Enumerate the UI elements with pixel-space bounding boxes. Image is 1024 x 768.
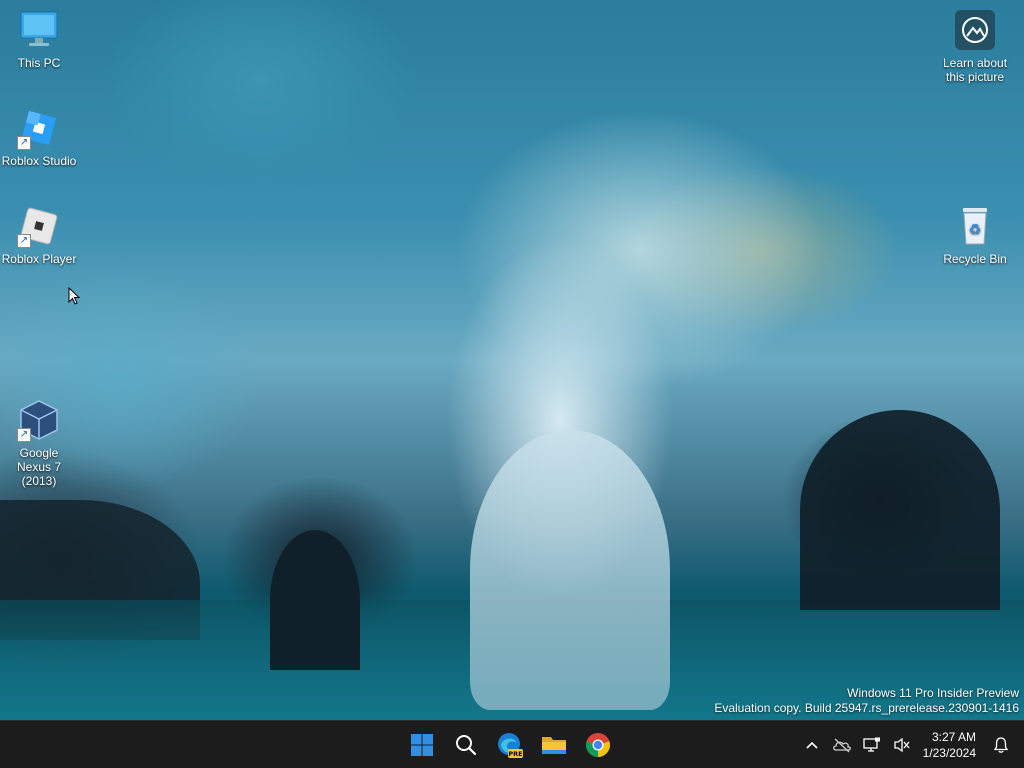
edge-preview-button[interactable]: PRE [490, 725, 530, 765]
shortcut-arrow-icon: ↗ [17, 234, 31, 248]
desktop-icon-roblox-studio[interactable]: ↗ Roblox Studio [1, 106, 77, 168]
recycle-bin-icon: ♻ [953, 204, 997, 248]
wallpaper-cave-right [800, 410, 1000, 610]
chevron-up-icon [806, 741, 818, 749]
speaker-muted-icon [893, 737, 910, 752]
onedrive-icon [832, 738, 851, 752]
clock-time: 3:27 AM [931, 729, 976, 744]
wallpaper-rock-pillar [470, 430, 670, 710]
search-button[interactable] [446, 725, 486, 765]
onedrive-button[interactable] [827, 725, 857, 765]
start-button[interactable] [402, 725, 442, 765]
desktop-icon-label: Recycle Bin [943, 252, 1007, 266]
notification-bell-icon [993, 736, 1009, 753]
watermark-line-1: Windows 11 Pro Insider Preview [847, 686, 1019, 700]
taskbar: PRE 3:27 AM 1/23/2024 [0, 720, 1024, 768]
virtualbox-icon: ↗ [17, 398, 61, 442]
wallpaper-cave-left [270, 530, 360, 670]
roblox-player-icon: ↗ [17, 204, 61, 248]
desktop-icon-label: Roblox Player [1, 252, 77, 266]
desktop-icon-roblox-player[interactable]: ↗ Roblox Player [1, 204, 77, 266]
search-icon [456, 735, 477, 756]
windows-start-icon [411, 734, 433, 756]
volume-button[interactable] [887, 725, 917, 765]
desktop-icon-label: Google Nexus 7 (2013) [16, 446, 62, 488]
system-tray: 3:27 AM 1/23/2024 [797, 721, 1024, 768]
show-hidden-icons-button[interactable] [797, 725, 827, 765]
shortcut-arrow-icon: ↗ [17, 136, 31, 150]
edge-preview-icon: PRE [498, 733, 523, 758]
edge-badge: PRE [508, 750, 522, 758]
svg-text:♻: ♻ [969, 222, 982, 238]
desktop-icon-label: Roblox Studio [1, 154, 77, 168]
this-pc-icon [17, 8, 61, 52]
clock-date: 1/23/2024 [922, 745, 976, 760]
network-icon [862, 737, 880, 752]
file-explorer-button[interactable] [534, 725, 574, 765]
network-button[interactable] [857, 725, 887, 765]
mouse-cursor-icon [68, 287, 80, 305]
roblox-studio-icon: ↗ [17, 106, 61, 150]
desktop-icon-label: Learn about this picture [942, 56, 1008, 84]
watermark-line-2: Evaluation copy. Build 25947.rs_prerelea… [714, 701, 1019, 715]
chrome-button[interactable] [578, 725, 618, 765]
evaluation-watermark: Windows 11 Pro Insider Preview Evaluatio… [714, 686, 1019, 716]
chrome-icon [586, 733, 610, 757]
notifications-button[interactable] [986, 725, 1016, 765]
learn-picture-icon [953, 8, 997, 52]
desktop-icon-label: This PC [17, 56, 61, 70]
file-explorer-icon [542, 737, 566, 754]
shortcut-arrow-icon: ↗ [17, 428, 31, 442]
desktop-icon-this-pc[interactable]: This PC [1, 8, 77, 70]
desktop-icon-google-nexus-7[interactable]: ↗ Google Nexus 7 (2013) [1, 398, 77, 488]
taskbar-apps: PRE [402, 725, 618, 765]
taskbar-clock[interactable]: 3:27 AM 1/23/2024 [917, 729, 986, 761]
desktop-icon-recycle-bin[interactable]: ♻ Recycle Bin [937, 204, 1013, 266]
desktop-wallpaper [0, 0, 1024, 720]
desktop-icon-learn-about-picture[interactable]: Learn about this picture [937, 8, 1013, 84]
